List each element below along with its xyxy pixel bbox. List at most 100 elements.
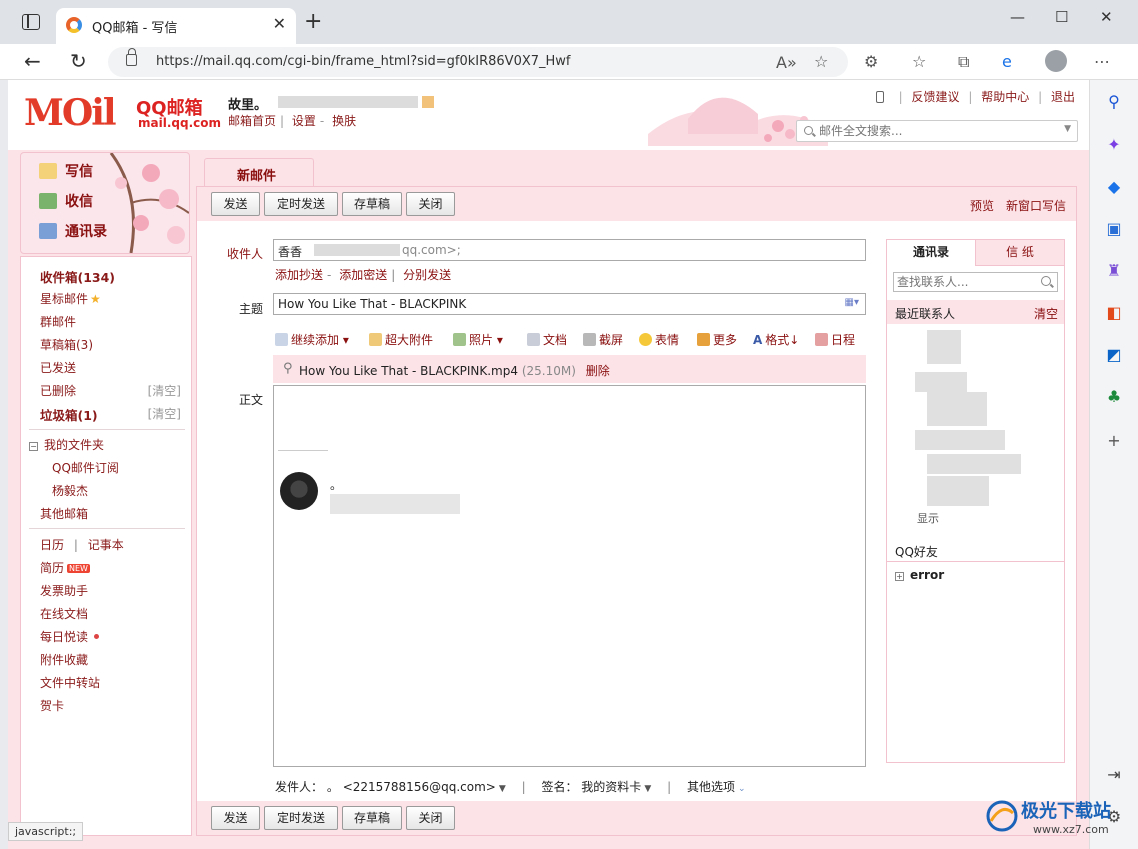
back-arrow-icon[interactable]: ← xyxy=(24,49,41,73)
scheduled-send-button[interactable]: 定时发送 xyxy=(264,192,338,216)
nav-invoice[interactable]: 发票助手 xyxy=(40,582,88,599)
stationery-picker-icon[interactable]: ▦▾ xyxy=(845,297,859,308)
spam-clear-link[interactable]: [清空] xyxy=(148,405,181,422)
deleted-clear-link[interactable]: [清空] xyxy=(148,382,181,399)
window-close-icon[interactable]: ✕ xyxy=(1100,8,1113,26)
body-editor[interactable]: 。 xyxy=(273,385,866,767)
receive-link[interactable]: 收信 xyxy=(39,191,93,211)
read-aloud-icon[interactable]: A» xyxy=(776,53,797,72)
nav-other-mailboxes[interactable]: 其他邮箱 xyxy=(40,505,88,522)
contact-search-input[interactable] xyxy=(897,275,1037,289)
sender-dropdown-icon[interactable]: ▼ xyxy=(499,784,506,794)
friend-group-error[interactable]: + error xyxy=(895,568,944,582)
contacts-link[interactable]: 通讯录 xyxy=(39,221,107,241)
clear-recent-link[interactable]: 清空 xyxy=(1034,305,1058,322)
continue-add-button[interactable]: 继续添加 ▾ xyxy=(275,331,349,348)
send-button-bottom[interactable]: 发送 xyxy=(211,806,260,830)
nav-attachments[interactable]: 附件收藏 xyxy=(40,651,88,668)
browser-tab[interactable]: QQ邮箱 - 写信 ✕ xyxy=(56,8,296,44)
add-icon[interactable]: + xyxy=(1105,432,1123,450)
add-favorite-icon[interactable]: ☆ xyxy=(814,52,828,71)
new-tab-icon[interactable]: + xyxy=(304,9,322,34)
nav-greeting-card[interactable]: 贺卡 xyxy=(40,697,64,714)
nav-sent[interactable]: 已发送 xyxy=(40,359,76,376)
phone-icon[interactable] xyxy=(875,91,884,103)
collections-icon[interactable]: ⧉ xyxy=(958,52,969,72)
subject-field[interactable]: How You Like That - BLACKPINK ▦▾ xyxy=(273,293,866,315)
tab-contacts[interactable]: 通讯录 xyxy=(887,240,975,266)
document-button[interactable]: 文档 xyxy=(527,331,567,348)
big-attachment-button[interactable]: 超大附件 xyxy=(369,331,433,348)
nav-daily-reading[interactable]: 每日悦读 xyxy=(40,628,100,645)
attachment-name[interactable]: How You Like That - BLACKPINK.mp4 xyxy=(299,364,518,378)
refresh-icon[interactable]: ↻ xyxy=(70,49,87,73)
nav-drafts[interactable]: 草稿箱(3) xyxy=(40,336,93,353)
scheduled-send-button-bottom[interactable]: 定时发送 xyxy=(264,806,338,830)
nav-spam[interactable]: 垃圾箱(1) xyxy=(40,405,98,424)
contact-search[interactable] xyxy=(893,272,1058,292)
mail-search[interactable]: ▼ xyxy=(796,120,1078,142)
compose-link[interactable]: 写信 xyxy=(39,161,93,181)
other-options-chevron-icon[interactable]: ⌄ xyxy=(738,784,746,794)
tab-actions-icon[interactable] xyxy=(22,14,40,30)
minimize-icon[interactable]: — xyxy=(1010,8,1025,26)
close-button-bottom[interactable]: 关闭 xyxy=(406,806,455,830)
favorites-icon[interactable]: ☆ xyxy=(912,52,926,71)
nav-notebook[interactable]: 记事本 xyxy=(88,538,124,552)
feedback-link[interactable]: 反馈建议 xyxy=(912,90,960,104)
url-text[interactable]: https://mail.qq.com/cgi-bin/frame_html?s… xyxy=(156,54,571,69)
sender-email[interactable]: <2215788156@qq.com> xyxy=(343,780,496,794)
office-icon[interactable]: ◧ xyxy=(1105,304,1123,322)
tools-icon[interactable]: ▣ xyxy=(1105,220,1123,238)
nav-folder-subscription[interactable]: QQ邮件订阅 xyxy=(52,459,119,476)
shopping-tag-icon[interactable]: ◆ xyxy=(1105,178,1123,196)
schedule-button[interactable]: 日程 xyxy=(815,331,855,348)
nav-group-mail[interactable]: 群邮件 xyxy=(40,313,76,330)
show-more-link[interactable]: 显示 xyxy=(917,510,939,526)
send-button[interactable]: 发送 xyxy=(211,192,260,216)
edge-icon[interactable]: e xyxy=(1002,52,1012,71)
nav-starred[interactable]: 星标邮件 ★ xyxy=(40,290,101,307)
other-options-link[interactable]: 其他选项 xyxy=(687,780,735,794)
collapse-icon[interactable]: − xyxy=(29,442,38,451)
add-bcc-link[interactable]: 添加密送 xyxy=(339,268,387,282)
more-menu-icon[interactable]: ⋯ xyxy=(1094,52,1110,71)
tab-new-mail[interactable]: 新邮件 xyxy=(204,158,314,186)
nav-my-folders[interactable]: − 我的文件夹 xyxy=(29,436,104,453)
format-button[interactable]: A 格式↓ xyxy=(753,331,799,348)
mailbox-home-link[interactable]: 邮箱首页 xyxy=(228,114,276,128)
address-bar[interactable]: https://mail.qq.com/cgi-bin/frame_html?s… xyxy=(108,47,848,77)
change-skin-link[interactable]: 换肤 xyxy=(332,114,356,128)
close-button[interactable]: 关闭 xyxy=(406,192,455,216)
maximize-icon[interactable]: ☐ xyxy=(1055,8,1068,26)
tab-stationery[interactable]: 信 纸 xyxy=(975,240,1064,266)
nav-calendar[interactable]: 日历 xyxy=(40,538,64,552)
save-draft-button[interactable]: 存草稿 xyxy=(342,192,402,216)
to-field[interactable]: 香香 qq.com>; xyxy=(273,239,866,261)
extensions-icon[interactable]: ⚙ xyxy=(864,52,878,71)
search-dropdown-icon[interactable]: ▼ xyxy=(1064,124,1071,134)
tab-close-icon[interactable]: ✕ xyxy=(273,14,286,33)
nav-deleted[interactable]: 已删除 xyxy=(40,382,76,399)
nav-resume[interactable]: 简历 NEW xyxy=(40,559,90,576)
signature-dropdown-icon[interactable]: ▼ xyxy=(644,784,651,794)
photo-button[interactable]: 照片 ▾ xyxy=(453,331,503,348)
preview-link[interactable]: 预览 xyxy=(970,197,994,214)
emoji-button[interactable]: 表情 xyxy=(639,331,679,348)
more-button[interactable]: 更多 xyxy=(697,331,737,348)
nav-folder-person[interactable]: 杨毅杰 xyxy=(52,482,88,499)
sidebar-collapse-icon[interactable]: ⇥ xyxy=(1105,766,1123,784)
screenshot-button[interactable]: 截屏 xyxy=(583,331,623,348)
tree-icon[interactable]: ♣ xyxy=(1105,388,1123,406)
search-icon[interactable]: ⚲ xyxy=(1105,93,1123,111)
save-draft-button-bottom[interactable]: 存草稿 xyxy=(342,806,402,830)
profile-avatar[interactable] xyxy=(1045,50,1067,72)
lock-icon[interactable] xyxy=(126,48,137,66)
logout-link[interactable]: 退出 xyxy=(1051,90,1075,104)
nav-inbox[interactable]: 收件箱(134) xyxy=(40,267,115,286)
attachment-delete-link[interactable]: 删除 xyxy=(586,364,610,378)
signature-select[interactable]: 我的资料卡 xyxy=(581,780,641,794)
nav-online-docs[interactable]: 在线文档 xyxy=(40,605,88,622)
settings-link[interactable]: 设置 xyxy=(292,114,316,128)
mail-search-input[interactable] xyxy=(819,124,1059,138)
